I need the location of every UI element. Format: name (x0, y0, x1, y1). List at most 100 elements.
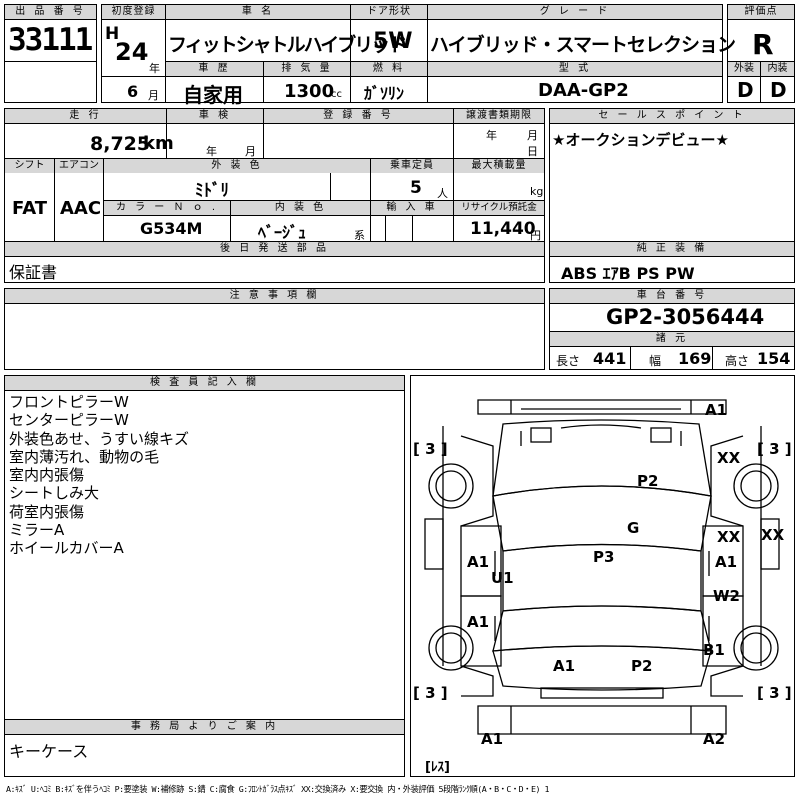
length-label: 長さ (556, 354, 581, 368)
inspector-header: 検 査 員 記 入 欄 (5, 376, 404, 390)
mileage: 8,725 (90, 133, 151, 155)
score-header: 評価点 (728, 5, 794, 19)
displacement-header: 排 気 量 (264, 62, 350, 76)
capacity-header: 乗車定員 (371, 159, 453, 173)
shift: FAT (12, 198, 48, 219)
damage-mark: A1 (467, 553, 490, 571)
exterior-grade: D (737, 78, 754, 102)
height: 154 (757, 349, 791, 368)
damage-mark: P2 (637, 472, 659, 490)
damage-mark: XX (761, 526, 785, 544)
chassis-number: GP2-3056444 (606, 305, 765, 329)
inspector-notes: フロントピラーW センターピラーW 外装色あせ、うすい線キズ 室内薄汚れ、動物の… (9, 393, 189, 558)
damage-mark: XX (717, 449, 741, 467)
interior-color: ﾍﾞｰｼﾞｭ (258, 223, 307, 242)
damage-mark: A1 (481, 730, 504, 748)
transfer-year-unit: 年 (486, 129, 497, 142)
lot-header: 出 品 番 号 (5, 5, 96, 19)
tire-rr-score: [ 3 ] (757, 684, 792, 702)
later-parts: 保証書 (9, 263, 58, 282)
door-type: 5W (373, 29, 413, 54)
office-note: キーケース (9, 742, 89, 761)
damage-mark: A1 (715, 553, 738, 571)
inspection-year-unit: 年 (206, 145, 217, 158)
year-unit: 年 (149, 62, 160, 75)
fuel: ｶﾞｿﾘﾝ (364, 84, 405, 103)
interior-grade-header: 内装 (761, 62, 794, 76)
dimensions-header: 諸 元 (550, 332, 794, 346)
transfer-month-unit: 月 (527, 129, 538, 142)
inspector-note: ホイールカバーA (9, 539, 124, 558)
damage-mark: A1 (467, 613, 490, 631)
tire-fl-score: [ 3 ] (413, 440, 448, 458)
recycle-amount: 11,440 (470, 219, 536, 239)
model-type-header: 型 式 (428, 62, 722, 76)
recycle-header: リサイクル預託金 (454, 201, 544, 215)
damage-mark: P2 (631, 657, 653, 675)
exterior-grade-header: 外装 (728, 62, 760, 76)
door-type-header: ドア形状 (351, 5, 427, 19)
length: 441 (593, 349, 627, 368)
first-reg-header: 初度登録 (102, 5, 165, 19)
inspector-note: フロントピラーW (9, 393, 129, 411)
inspector-note: 外装色あせ、うすい線キズ (9, 429, 190, 448)
mileage-unit: km (143, 133, 174, 154)
width-label: 幅 (649, 354, 662, 368)
displacement-unit: cc (331, 89, 342, 100)
damage-mark: A2 (703, 730, 726, 748)
month-unit: 月 (148, 89, 159, 102)
inspector-note: 室内内張傷 (9, 466, 85, 485)
color-no: G534M (140, 219, 203, 238)
inspector-note: 荷室内張傷 (9, 502, 85, 521)
history: 自家用 (183, 83, 243, 107)
grade: ハイブリッド・スマートセレクション (430, 34, 736, 56)
exterior-color-header: 外 装 色 (104, 159, 370, 173)
capacity-unit: 人 (437, 187, 448, 200)
aircon-header: エアコン (55, 159, 103, 173)
inspector-note: センターピラーW (9, 411, 129, 430)
model-type: DAA-GP2 (538, 80, 629, 101)
chassis-header: 車 台 番 号 (550, 289, 794, 303)
mileage-header: 走 行 (5, 109, 166, 123)
max-load-unit: kg (530, 185, 544, 198)
damage-mark: XX (717, 528, 741, 546)
damage-mark: U1 (491, 569, 514, 587)
car-outline (424, 399, 780, 735)
inspection-month-unit: 月 (245, 145, 256, 158)
later-parts-header: 後 日 発 送 部 品 (5, 242, 544, 256)
car-name-header: 車 名 (166, 5, 350, 19)
damage-mark: P3 (593, 548, 615, 566)
genuine-equipment: ABS ｴｱB PS PW (561, 264, 695, 283)
car-name: フィットシャトルハイブリッド (168, 34, 407, 56)
max-load-header: 最大積載量 (454, 159, 544, 173)
tire-rl-score: [ 3 ] (413, 684, 448, 702)
displacement: 1300 (284, 81, 335, 102)
exterior-color: ﾐﾄﾞﾘ (195, 181, 229, 201)
aircon: AAC (60, 198, 102, 219)
genuine-header: 純 正 装 備 (550, 242, 794, 256)
damage-mark: W2 (713, 587, 740, 605)
inspector-note: シートしみ大 (9, 484, 100, 503)
height-label: 高さ (725, 354, 750, 368)
office-header: 事 務 局 よ り ご 案 内 (5, 720, 404, 734)
first-reg-month: 6 (127, 82, 139, 101)
shift-header: シフト (5, 159, 54, 173)
damage-mark: B1 (703, 641, 725, 659)
score: R (752, 28, 774, 61)
inspection-header: 車 検 (167, 109, 263, 123)
damage-diagram: [ 3 ] [ 3 ] [ 3 ] [ 3 ] [ﾚｽ] A1 XX P2 G … (410, 375, 795, 777)
color-no-header: カ ラ ー Ｎ ｏ . (104, 201, 230, 215)
transfer-day-unit: 日 (527, 145, 538, 158)
notes-header: 注 意 事 項 欄 (5, 289, 544, 303)
inspector-note: 室内薄汚れ、動物の毛 (9, 447, 160, 466)
inspector-note: ミラーA (9, 521, 65, 540)
history-header: 車 歴 (166, 62, 263, 76)
capacity: 5 (410, 178, 422, 198)
lot-blank-box (4, 61, 97, 103)
legend: A:ｷｽﾞ U:ﾍｺﾐ B:ｷｽﾞを伴うﾍｺﾐ P:要塗装 W:補修跡 S:錆 … (6, 784, 549, 794)
interior-grade: D (770, 78, 787, 102)
grade-header: グ レ ー ド (428, 5, 722, 19)
first-reg-year: 24 (115, 38, 149, 66)
fuel-header: 燃 料 (351, 62, 427, 76)
width: 169 (678, 349, 712, 368)
